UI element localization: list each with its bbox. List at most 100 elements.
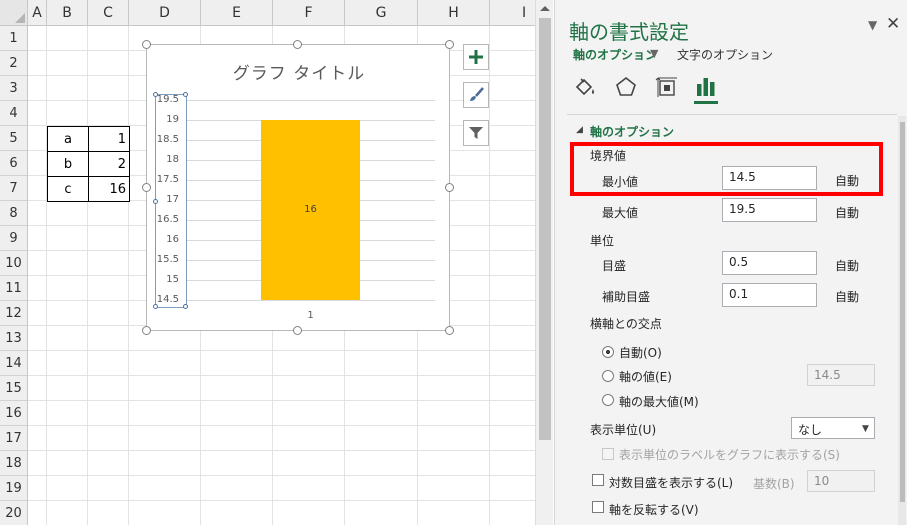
pane-close-icon[interactable]: ✕ xyxy=(886,14,900,34)
maximum-input[interactable]: 19.5 xyxy=(722,198,817,222)
chart-resize-handle-b[interactable] xyxy=(293,326,302,335)
section-collapse-icon[interactable]: ◢ xyxy=(576,125,583,135)
row-header-19[interactable]: 19 xyxy=(0,476,28,501)
fill-line-tab[interactable] xyxy=(572,74,598,100)
row-header-7[interactable]: 7 xyxy=(0,176,28,201)
row-header-1[interactable]: 1 xyxy=(0,26,28,51)
fill-line-icon xyxy=(575,78,594,96)
worksheet[interactable]: A B C D E F G H I 1 2 3 4 5 6 7 8 9 10 11 12 13 14 15 1… xyxy=(0,0,535,525)
chart-title[interactable]: グラフ タイトル xyxy=(147,59,451,84)
scroll-up-arrow-icon[interactable] xyxy=(540,6,550,11)
log-scale-label[interactable]: 対数目盛を表示する(L) xyxy=(609,474,733,491)
chart-resize-handle-t[interactable] xyxy=(293,40,302,49)
data-label[interactable]: 16 xyxy=(261,205,360,215)
chart-resize-handle-tl[interactable] xyxy=(142,40,151,49)
row-gridline xyxy=(28,375,535,376)
cell-b6[interactable]: b xyxy=(47,151,89,177)
axis-selection-handle[interactable] xyxy=(153,304,158,309)
chart-resize-handle-r[interactable] xyxy=(445,183,454,192)
pane-options-dropdown-icon[interactable]: ▼ xyxy=(868,18,877,32)
column-header-g[interactable]: G xyxy=(345,0,418,26)
cross-auto-radio[interactable] xyxy=(602,346,614,358)
row-header-6[interactable]: 6 xyxy=(0,151,28,176)
column-gridline xyxy=(87,26,88,525)
axis-selection-handle[interactable] xyxy=(153,92,158,97)
effects-tab[interactable] xyxy=(613,74,639,100)
chart-resize-handle-l[interactable] xyxy=(142,183,151,192)
crosses-label: 横軸との交点 xyxy=(590,317,662,331)
cross-value-label[interactable]: 軸の値(E) xyxy=(619,368,672,385)
filter-icon xyxy=(469,127,483,139)
chart-filters-button[interactable] xyxy=(463,120,489,146)
cell-c7[interactable]: 16 xyxy=(88,176,130,202)
scrollbar-thumb[interactable] xyxy=(539,18,551,440)
tab-text-options[interactable]: 文字のオプション xyxy=(677,46,773,63)
reverse-axis-checkbox[interactable] xyxy=(592,501,604,513)
section-axis-options[interactable]: 軸のオプション xyxy=(590,123,674,140)
axis-selection-handle[interactable] xyxy=(153,199,158,204)
axis-options-tab[interactable] xyxy=(693,74,719,100)
tab-axis-options-dropdown-icon[interactable]: ▼ xyxy=(650,47,658,60)
cell-c5[interactable]: 1 xyxy=(88,126,130,152)
column-header-i[interactable]: I xyxy=(490,0,535,26)
column-gridline xyxy=(128,26,129,525)
row-header-11[interactable]: 11 xyxy=(0,276,28,301)
axis-selection-handle[interactable] xyxy=(183,304,188,309)
chart-area[interactable]: グラフ タイトル 19.5 19 18.5 18 17.5 17 16.5 16 15.5 15 1… xyxy=(146,44,450,331)
column-header-b[interactable]: B xyxy=(47,0,88,26)
cell-c6[interactable]: 2 xyxy=(88,151,130,177)
column-header-f[interactable]: F xyxy=(273,0,345,26)
pane-scrollbar-thumb[interactable] xyxy=(900,122,905,502)
chart-elements-button[interactable] xyxy=(463,44,489,70)
sheet-vertical-scrollbar[interactable] xyxy=(535,0,553,525)
brush-icon xyxy=(470,87,484,101)
cross-max-radio[interactable] xyxy=(602,394,614,406)
row-header-2[interactable]: 2 xyxy=(0,51,28,76)
column-header-e[interactable]: E xyxy=(201,0,273,26)
cell-b5[interactable]: a xyxy=(47,126,89,152)
column-header-a[interactable]: A xyxy=(28,0,47,26)
chart-resize-handle-br[interactable] xyxy=(445,326,454,335)
cross-auto-label[interactable]: 自動(O) xyxy=(619,344,662,361)
row-header-20[interactable]: 20 xyxy=(0,501,28,525)
row-header-18[interactable]: 18 xyxy=(0,451,28,476)
major-unit-input[interactable]: 0.5 xyxy=(722,251,817,275)
column-header-d[interactable]: D xyxy=(129,0,201,26)
minor-unit-input[interactable]: 0.1 xyxy=(722,283,817,307)
log-scale-checkbox[interactable] xyxy=(592,474,604,486)
major-unit-auto-label[interactable]: 自動 xyxy=(835,257,859,274)
row-header-8[interactable]: 8 xyxy=(0,201,28,226)
row-header-5[interactable]: 5 xyxy=(0,126,28,151)
tab-axis-options[interactable]: 軸のオプション xyxy=(573,46,657,63)
plus-icon xyxy=(469,50,483,64)
cross-value-radio[interactable] xyxy=(602,370,614,382)
axis-options-icon xyxy=(697,78,715,96)
row-header-12[interactable]: 12 xyxy=(0,301,28,326)
maximum-auto-label[interactable]: 自動 xyxy=(835,204,859,221)
row-header-14[interactable]: 14 xyxy=(0,351,28,376)
column-header-c[interactable]: C xyxy=(88,0,129,26)
axis-selection-handle[interactable] xyxy=(183,92,188,97)
row-header-13[interactable]: 13 xyxy=(0,326,28,351)
size-properties-tab[interactable] xyxy=(654,74,680,100)
chart-resize-handle-bl[interactable] xyxy=(142,326,151,335)
column-header-h[interactable]: H xyxy=(418,0,490,26)
chart-resize-handle-tr[interactable] xyxy=(445,40,454,49)
cross-max-label[interactable]: 軸の最大値(M) xyxy=(619,393,699,410)
reverse-axis-label[interactable]: 軸を反転する(V) xyxy=(609,501,699,518)
row-header-10[interactable]: 10 xyxy=(0,251,28,276)
row-header-16[interactable]: 16 xyxy=(0,401,28,426)
row-gridline xyxy=(28,425,535,426)
log-base-input: 10 xyxy=(807,470,875,492)
row-header-3[interactable]: 3 xyxy=(0,76,28,101)
row-header-15[interactable]: 15 xyxy=(0,376,28,401)
select-chevron-down-icon[interactable]: ▼ xyxy=(862,424,869,434)
row-header-4[interactable]: 4 xyxy=(0,101,28,126)
minor-unit-auto-label[interactable]: 自動 xyxy=(835,288,859,305)
row-header-9[interactable]: 9 xyxy=(0,226,28,251)
cell-b7[interactable]: c xyxy=(47,176,89,202)
row-header-17[interactable]: 17 xyxy=(0,426,28,451)
vertical-axis-selection[interactable] xyxy=(153,92,188,309)
select-all-corner[interactable] xyxy=(0,0,28,26)
chart-styles-button[interactable] xyxy=(463,82,489,108)
